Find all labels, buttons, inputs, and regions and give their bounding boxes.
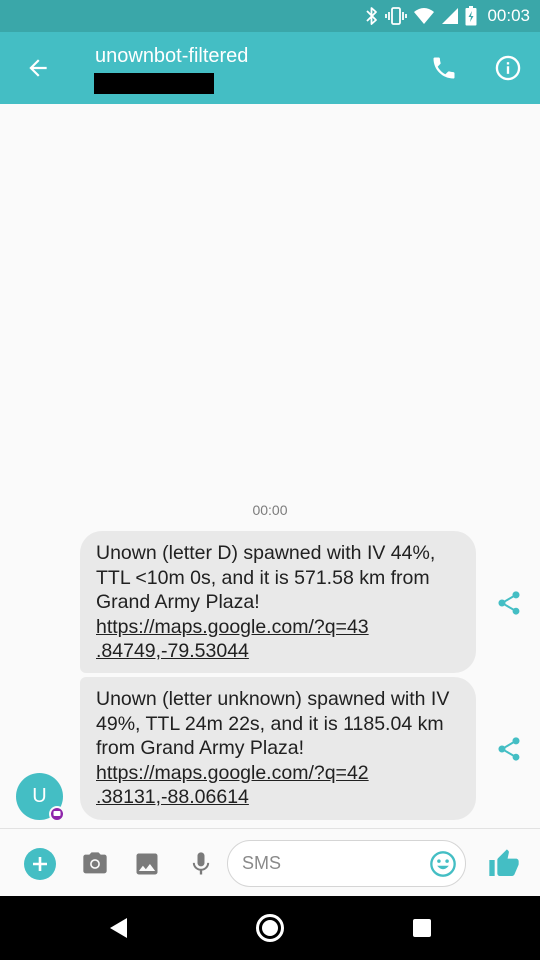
vibrate-icon: [385, 6, 408, 26]
nav-back-button[interactable]: [98, 908, 138, 948]
wifi-icon: [413, 7, 435, 25]
sms-field[interactable]: [227, 840, 466, 887]
message-bubble[interactable]: Unown (letter unknown) spawned with IV 4…: [80, 677, 476, 820]
info-icon: [495, 55, 521, 81]
message-text: Unown (letter unknown) spawned with IV 4…: [96, 688, 450, 759]
nav-recents-button[interactable]: [402, 908, 442, 948]
emoji-icon: [430, 851, 456, 877]
gallery-icon: [136, 853, 158, 875]
share-icon: [498, 737, 520, 761]
navigation-bar: [0, 896, 540, 960]
camera-icon: [83, 852, 107, 874]
nav-recents-icon: [413, 919, 431, 937]
status-bar: 00:03: [0, 0, 540, 32]
message-bubble[interactable]: Unown (letter D) spawned with IV 44%, TT…: [80, 531, 476, 673]
battery-icon: [465, 6, 477, 26]
redacted-phone-number: [94, 73, 214, 94]
maps-link-continued[interactable]: .38131,-88.06614: [96, 786, 249, 808]
emoji-button[interactable]: [427, 848, 459, 880]
camera-button[interactable]: [78, 847, 112, 881]
nav-home-icon: [256, 914, 284, 942]
mic-icon: [192, 852, 210, 875]
share-button[interactable]: [492, 732, 526, 766]
maps-link[interactable]: https://maps.google.com/?q=43: [96, 616, 369, 638]
nav-back-icon: [110, 918, 127, 938]
gallery-button[interactable]: [130, 847, 164, 881]
nav-home-button[interactable]: [250, 908, 290, 948]
message-text: Unown (letter D) spawned with IV 44%, TT…: [96, 542, 436, 613]
app-bar: unownbot-filtered: [0, 32, 540, 104]
maps-link-continued[interactable]: .84749,-79.53044: [96, 640, 249, 662]
sms-input[interactable]: [242, 841, 422, 886]
status-time: 00:03: [487, 6, 530, 25]
info-button[interactable]: [484, 44, 532, 92]
bluetooth-icon: [365, 6, 379, 26]
status-icons: 00:03: [365, 0, 530, 32]
phone-icon: [433, 57, 455, 79]
share-button[interactable]: [492, 586, 526, 620]
back-arrow-icon: [29, 59, 47, 77]
call-button[interactable]: [420, 44, 468, 92]
thumbs-up-icon: [489, 849, 519, 876]
add-attachment-button[interactable]: [24, 848, 56, 880]
add-icon: [33, 857, 47, 871]
share-icon: [498, 591, 520, 615]
avatar-letter: U: [32, 785, 47, 807]
compose-bar: [0, 828, 540, 896]
message-timestamp: 00:00: [252, 502, 288, 518]
maps-link[interactable]: https://maps.google.com/?q=42: [96, 762, 369, 784]
send-like-button[interactable]: [486, 846, 522, 882]
conversation-title: unownbot-filtered: [95, 45, 249, 67]
signal-icon: [441, 7, 459, 25]
back-button[interactable]: [14, 44, 62, 92]
voice-button[interactable]: [184, 847, 218, 881]
messenger-badge-icon: [49, 806, 65, 822]
